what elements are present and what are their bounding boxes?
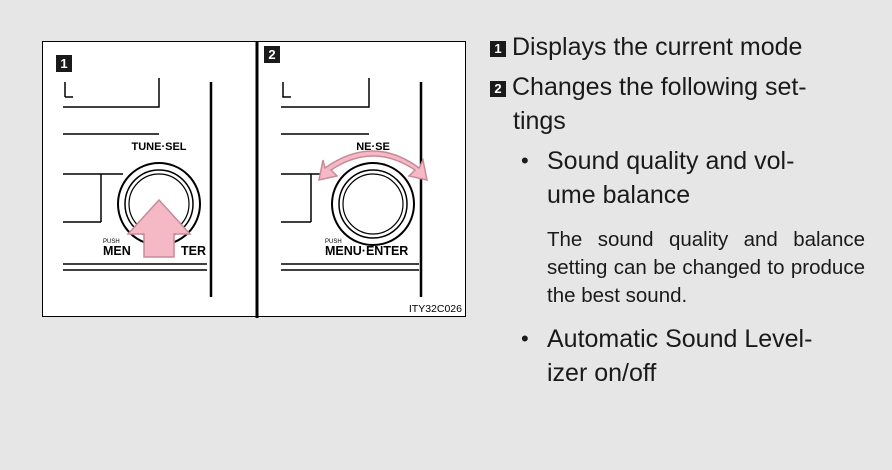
bullet-dot-icon: • [521, 148, 529, 173]
bullet-2-line2: izer on/off [547, 359, 657, 387]
bullet-1-note: The sound quality and balance setting ca… [547, 228, 865, 307]
bullet-item-1: • Sound quality and vol- ume balance [490, 144, 865, 212]
item-2-text-line2: tings [513, 107, 566, 135]
bullet-item-2: • Automatic Sound Level- izer on/off [490, 322, 865, 390]
item-1: 1 Displays the current mode [490, 30, 865, 64]
knob-top-label: TUNE·SEL [132, 141, 187, 153]
panel-1-number: 1 [56, 55, 72, 72]
bullet-2-line1: Automatic Sound Level- [547, 325, 813, 353]
item-2-text-line1: Changes the following set- [512, 73, 807, 101]
knob-outer-2 [331, 162, 415, 246]
illustration-figure: TUNE·SEL PUSH MEN TER NE·SE PUSH MENU·EN… [42, 41, 466, 318]
panel-2-number: 2 [264, 46, 280, 63]
knob-bottom-label-full: MENU·ENTER [325, 244, 408, 258]
knob-bottom-label-left: MEN [103, 244, 131, 258]
item-1-number: 1 [490, 41, 506, 57]
bullet-dot-icon: • [521, 326, 529, 351]
image-code: ITY32C026 [409, 303, 462, 315]
item-1-text: Displays the current mode [512, 33, 803, 61]
knob-bottom-label-right: TER [181, 244, 206, 258]
description-column: 1 Displays the current mode 2 Changes the … [490, 30, 865, 390]
bullet-1-line1: Sound quality and vol- [547, 147, 795, 175]
panel-2: NE·SE PUSH MENU·ENTER [281, 78, 428, 297]
audio-knob-illustration: TUNE·SEL PUSH MEN TER NE·SE PUSH MENU·EN… [63, 42, 462, 318]
panel-1: TUNE·SEL PUSH MEN TER [63, 78, 213, 297]
item-2: 2 Changes the following set- [490, 70, 865, 104]
item-2-number: 2 [490, 81, 506, 97]
bullet-1-line2: ume balance [547, 181, 691, 209]
